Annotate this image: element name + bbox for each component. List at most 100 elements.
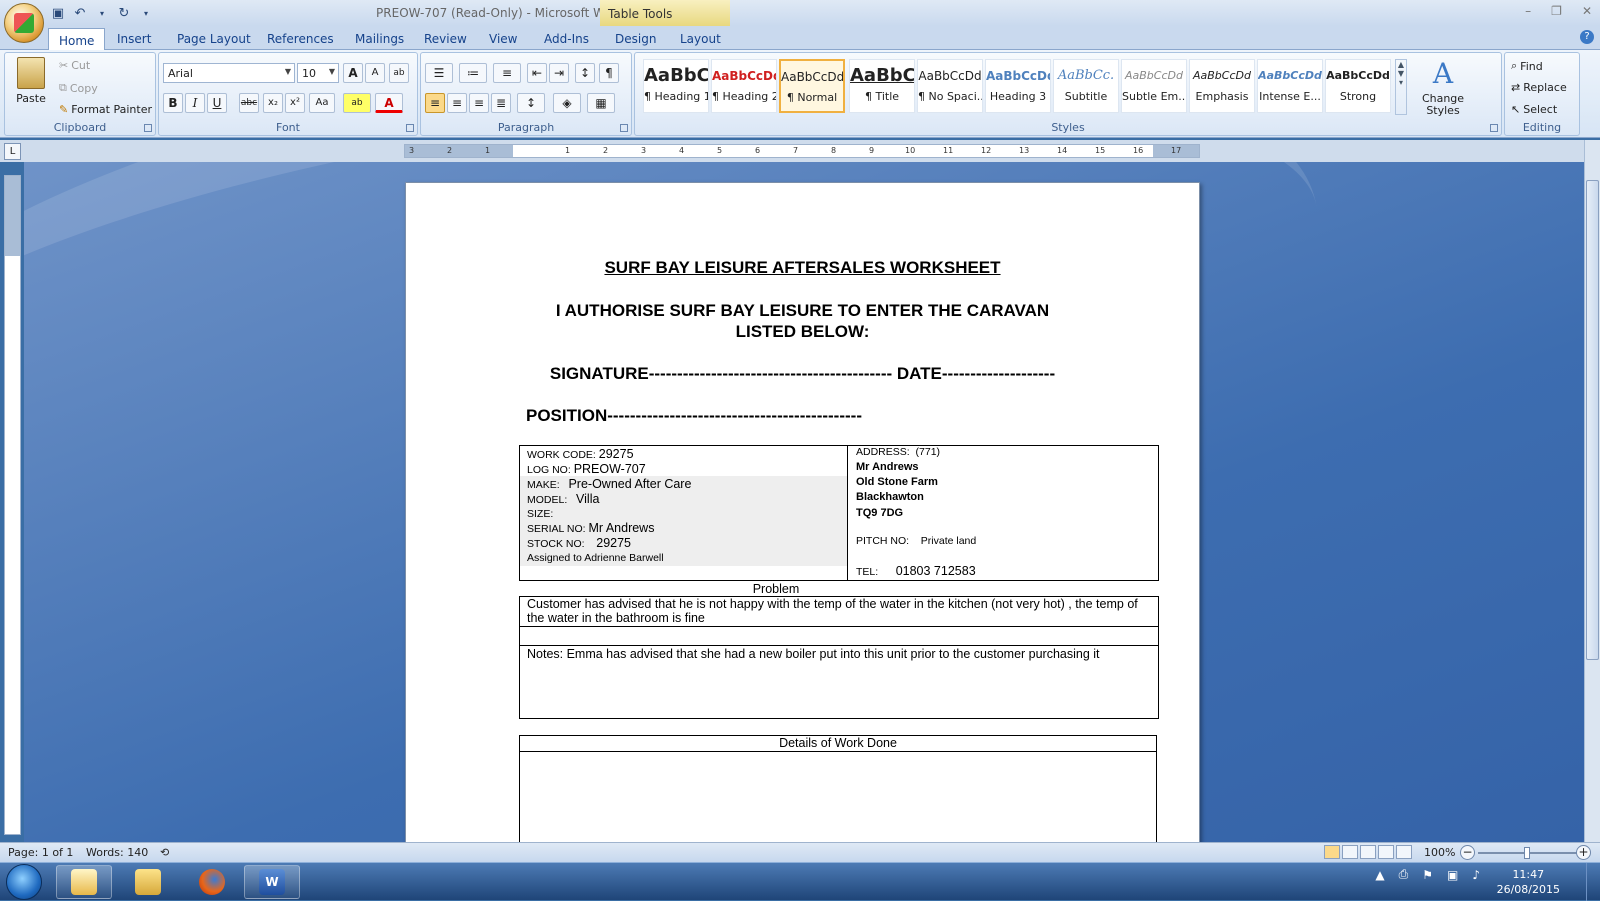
font-color-button[interactable]: A [375,93,403,113]
increase-indent-button[interactable]: ⇥ [549,63,569,83]
help-icon[interactable]: ? [1580,30,1594,44]
multilevel-list-button[interactable]: ≡ [493,63,521,83]
show-marks-button[interactable]: ¶ [599,63,619,83]
network-icon[interactable]: ▣ [1447,868,1458,882]
style-heading-2[interactable]: AaBbCcDd ¶ Heading 2 [711,59,777,113]
superscript-button[interactable]: x² [285,93,305,113]
clock[interactable]: 11:47 26/08/2015 [1497,867,1560,897]
style-title[interactable]: AaBbC ¶ Title [849,59,915,113]
underline-button[interactable]: U [207,93,227,113]
zoom-in-button[interactable]: + [1576,845,1591,860]
document-page[interactable]: SURF BAY LEISURE AFTERSALES WORKSHEET I … [405,182,1200,865]
find-button[interactable]: ⌕ Find [1511,59,1543,73]
style-normal[interactable]: AaBbCcDd ¶ Normal [779,59,845,113]
line-spacing-button[interactable]: ↕ [517,93,545,113]
show-desktop-button[interactable] [1586,863,1600,901]
font-family-select[interactable]: Arial ▼ [163,63,295,83]
draft-view-button[interactable] [1396,845,1412,859]
tab-layout[interactable]: Layout [670,30,731,48]
grow-font-button[interactable]: A [343,63,363,83]
taskbar-outlook[interactable] [56,865,112,899]
scrollbar-thumb[interactable] [1586,180,1599,660]
printer-icon[interactable]: ⎙ [1399,867,1409,882]
cut-button[interactable]: ✂ Cut [59,59,90,72]
clear-formatting-button[interactable]: ab [389,63,409,83]
paragraph-group-label: Paragraph [497,121,555,134]
show-hidden-icons-icon[interactable]: ▲ [1375,868,1384,882]
tab-design[interactable]: Design [605,30,666,48]
tab-view[interactable]: View [479,30,527,48]
sort-button[interactable]: ↕ [575,63,595,83]
web-layout-button[interactable] [1360,845,1376,859]
zoom-level[interactable]: 100% [1424,846,1455,859]
zoom-slider-thumb[interactable] [1524,847,1530,859]
format-painter-button[interactable]: ✎ Format Painter [59,103,152,116]
taskbar-firefox[interactable] [184,865,240,899]
shading-button[interactable]: ◈ [553,93,581,113]
taskbar-word[interactable]: W [244,865,300,899]
style-subtle-emphasis[interactable]: AaBbCcDd Subtle Em... [1121,59,1187,113]
volume-icon[interactable]: ♪ [1472,868,1480,882]
font-dialog-launcher[interactable] [406,124,414,132]
full-screen-reading-button[interactable] [1342,845,1358,859]
clipboard-dialog-launcher[interactable] [144,124,152,132]
tab-home[interactable]: Home [48,28,106,51]
bullets-button[interactable]: ☰ [425,63,453,83]
word-icon: W [259,869,285,895]
zoom-slider-track[interactable] [1478,852,1582,854]
taskbar-explorer[interactable] [120,865,176,899]
office-button[interactable] [4,3,44,43]
tab-references[interactable]: References [257,30,344,48]
shrink-font-button[interactable]: A [365,63,385,83]
align-left-button[interactable]: ≡ [425,93,445,113]
style-subtitle[interactable]: AaBbCc. Subtitle [1053,59,1119,113]
style-heading-3[interactable]: AaBbCcDd Heading 3 [985,59,1051,113]
tab-review[interactable]: Review [414,30,477,48]
font-size-select[interactable]: 10 ▼ [297,63,339,83]
copy-button[interactable]: ⧉ Copy [59,81,98,95]
close-icon[interactable]: ✕ [1582,4,1592,18]
change-case-button[interactable]: Aa [309,93,335,113]
strikethrough-button[interactable]: abc [239,93,259,113]
page-count[interactable]: Page: 1 of 1 [8,846,73,859]
style-intense-emphasis[interactable]: AaBbCcDd Intense E... [1257,59,1323,113]
italic-button[interactable]: I [185,93,205,113]
paste-button[interactable]: Paste [11,57,51,105]
proofing-icon[interactable]: ⟲ [160,846,169,859]
select-button[interactable]: ↖ Select [1511,103,1557,116]
minimize-icon[interactable]: – [1525,4,1531,18]
decrease-indent-button[interactable]: ⇤ [527,63,547,83]
print-layout-view-button[interactable] [1324,845,1340,859]
borders-button[interactable]: ▦ [587,93,615,113]
replace-button[interactable]: ⇄ Replace [1511,81,1567,94]
bold-button[interactable]: B [163,93,183,113]
maximize-icon[interactable]: ❐ [1551,4,1562,18]
styles-dialog-launcher[interactable] [1490,124,1498,132]
subscript-button[interactable]: x₂ [263,93,283,113]
numbering-button[interactable]: ≔ [459,63,487,83]
tab-add-ins[interactable]: Add-Ins [534,30,599,48]
tab-mailings[interactable]: Mailings [345,30,414,48]
zoom-out-button[interactable]: − [1460,845,1475,860]
style-emphasis[interactable]: AaBbCcDd Emphasis [1189,59,1255,113]
outline-view-button[interactable] [1378,845,1394,859]
change-styles-button[interactable]: A Change Styles [1413,57,1473,117]
horizontal-ruler[interactable]: 3 2 1 1 2 3 4 5 6 7 8 9 10 11 12 13 14 1… [404,144,1200,158]
style-strong[interactable]: AaBbCcDd Strong [1325,59,1391,113]
word-count[interactable]: Words: 140 [86,846,148,859]
paragraph-dialog-launcher[interactable] [620,124,628,132]
tab-page-layout[interactable]: Page Layout [167,30,261,48]
start-button[interactable] [6,864,42,900]
tab-insert[interactable]: Insert [107,30,161,48]
tab-selector[interactable]: L [4,143,21,160]
styles-gallery-scroll[interactable]: ▲ ▼ ▾ [1395,59,1407,115]
highlight-button[interactable]: ab [343,93,371,113]
justify-button[interactable]: ≣ [491,93,511,113]
action-center-flag-icon[interactable]: ⚑ [1422,868,1433,882]
vertical-scrollbar[interactable] [1584,140,1600,842]
vertical-ruler[interactable] [4,175,21,835]
style-no-spacing[interactable]: AaBbCcDd ¶ No Spaci... [917,59,983,113]
align-right-button[interactable]: ≡ [469,93,489,113]
align-center-button[interactable]: ≡ [447,93,467,113]
style-heading-1[interactable]: AaBbC ¶ Heading 1 [643,59,709,113]
